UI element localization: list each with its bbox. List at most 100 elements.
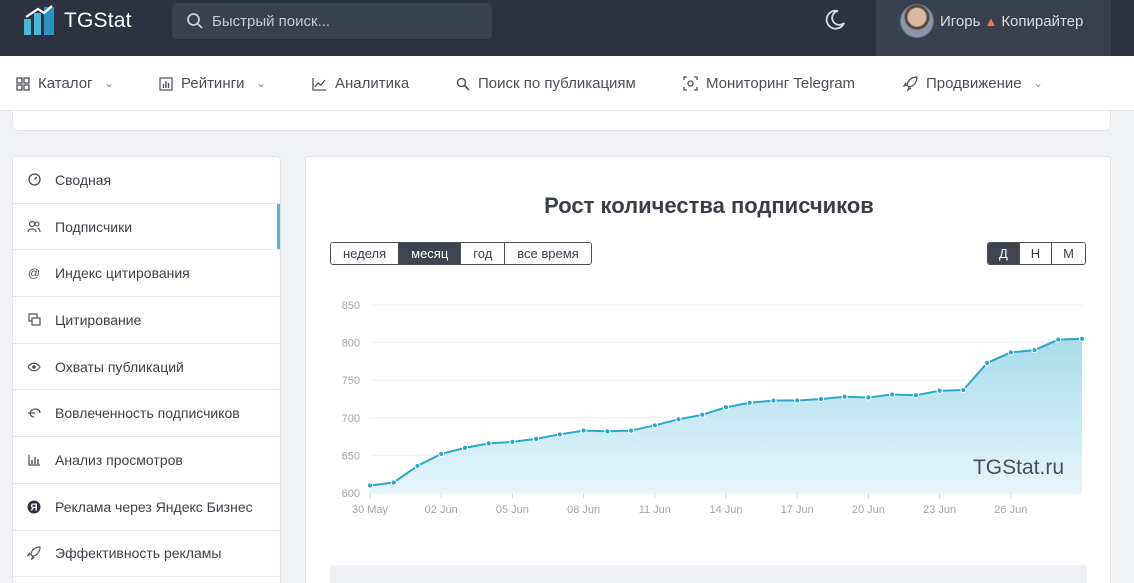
sidebar-item-citations[interactable]: Цитирование: [13, 297, 280, 344]
chart-title: Рост количества подписчиков: [544, 193, 874, 218]
bar-chart-icon: [159, 76, 173, 91]
sidebar-item-ad-efficiency[interactable]: Эффективность рекламы: [13, 531, 280, 578]
chevron-down-icon: ⌄: [256, 78, 266, 90]
data-point[interactable]: [366, 482, 374, 489]
monitor-icon: [683, 76, 698, 91]
data-point[interactable]: [627, 427, 635, 434]
avatar: [900, 4, 934, 38]
granularity-button-week[interactable]: Н: [1019, 243, 1053, 264]
nav-item-catalog[interactable]: Каталог ⌄: [16, 56, 114, 111]
y-tick-label: 600: [342, 488, 360, 500]
search-input[interactable]: [212, 12, 472, 30]
period-button-all-time[interactable]: все время: [505, 243, 591, 264]
sidebar-item-subscribers[interactable]: Подписчики: [13, 203, 280, 251]
nav-label: Аналитика: [335, 75, 410, 92]
data-point[interactable]: [556, 431, 563, 438]
sidebar-item-reach[interactable]: Охваты публикаций: [13, 344, 280, 391]
sidebar-item-citation-index[interactable]: @ Индекс цитирования: [13, 250, 280, 298]
y-tick-label: 650: [342, 450, 360, 462]
logo-icon: [24, 5, 54, 35]
x-tick-label: 30 May: [352, 504, 389, 516]
moon-icon[interactable]: [823, 8, 847, 32]
data-point[interactable]: [1078, 335, 1086, 342]
data-point[interactable]: [794, 397, 801, 404]
nav-label: Рейтинги: [181, 75, 245, 92]
sidebar-item-views-analysis[interactable]: Анализ просмотров: [13, 437, 280, 484]
data-point[interactable]: [461, 444, 469, 451]
granularity-button-month[interactable]: М: [1052, 243, 1085, 264]
data-point[interactable]: [485, 440, 492, 447]
user-badge: Копирайтер: [1001, 13, 1084, 30]
data-point[interactable]: [865, 394, 872, 401]
sidebar-item-yandex-ads[interactable]: Я Реклама через Яндекс Бизнес: [13, 484, 280, 531]
data-point[interactable]: [722, 404, 730, 411]
sidebar-item-label: Индекс цитирования: [55, 265, 190, 282]
data-point[interactable]: [960, 386, 967, 394]
data-point[interactable]: [675, 416, 682, 423]
y-tick-label: 800: [342, 338, 360, 350]
nav-item-analytics[interactable]: Аналитика: [312, 56, 409, 111]
data-point[interactable]: [983, 359, 991, 367]
data-point[interactable]: [438, 450, 445, 457]
chevron-down-icon: ⌄: [104, 78, 114, 90]
nav-item-promotion[interactable]: Продвижение ⌄: [903, 56, 1043, 111]
subscribers-area-chart: 600 650 700 750 800 850 30 May 02 Jun 05 Jun 08 …: [342, 300, 1086, 516]
x-tick-label: 23 Jun: [923, 504, 956, 516]
search-icon: [456, 77, 470, 91]
search-box[interactable]: [172, 3, 492, 39]
data-point[interactable]: [889, 391, 896, 398]
period-button-year[interactable]: год: [461, 243, 506, 264]
data-point[interactable]: [604, 428, 611, 435]
granularity-button-day[interactable]: Д: [987, 243, 1020, 264]
data-point[interactable]: [533, 435, 540, 442]
data-point[interactable]: [509, 438, 516, 445]
nav-item-post-search[interactable]: Поиск по публикациям: [456, 56, 636, 111]
x-tick-label: 02 Jun: [425, 504, 458, 516]
x-tick-label: 26 Jun: [994, 504, 1027, 516]
sidebar-item-summary[interactable]: Сводная: [13, 157, 280, 204]
data-point[interactable]: [580, 427, 587, 434]
data-point[interactable]: [390, 479, 397, 486]
data-point[interactable]: [841, 393, 848, 400]
line-chart-icon: [312, 77, 326, 91]
period-toggle: неделя месяц год все время: [330, 242, 592, 265]
sidebar-item-label: Цитирование: [55, 311, 142, 328]
x-tick-label: 14 Jun: [709, 504, 742, 516]
top-bar: TGStat Игорь ▲ Копирайтер: [0, 0, 1134, 56]
data-point[interactable]: [651, 422, 658, 429]
dashboard-icon: [27, 173, 41, 187]
nav-item-ratings[interactable]: Рейтинги ⌄: [159, 56, 266, 111]
data-point[interactable]: [1055, 336, 1062, 343]
info-box: [330, 565, 1087, 583]
engagement-icon: [27, 406, 41, 420]
sidebar-item-label: Эффективность рекламы: [55, 545, 222, 562]
data-point[interactable]: [1007, 349, 1014, 356]
user-name: Игорь: [940, 13, 981, 30]
x-tick-label: 08 Jun: [567, 504, 600, 516]
nav-item-monitoring[interactable]: Мониторинг Telegram: [683, 56, 855, 111]
data-point[interactable]: [912, 392, 919, 399]
user-info: Игорь ▲ Копирайтер: [940, 13, 1083, 30]
sidebar-item-engagement[interactable]: Вовлеченность подписчиков: [13, 390, 280, 438]
data-point[interactable]: [770, 397, 777, 404]
sidebar: Сводная Подписчики @ Индекс цитирования …: [12, 156, 281, 583]
logo-text: TGStat: [64, 9, 132, 32]
data-point[interactable]: [699, 411, 706, 418]
data-point[interactable]: [414, 462, 421, 470]
logo[interactable]: TGStat: [22, 4, 132, 38]
period-button-week[interactable]: неделя: [331, 243, 400, 264]
channel-header-strip: [12, 111, 1111, 131]
user-menu[interactable]: Игорь ▲ Копирайтер: [876, 0, 1111, 56]
data-point[interactable]: [936, 387, 943, 394]
data-point[interactable]: [817, 395, 825, 403]
at-icon: @: [27, 266, 41, 281]
data-point[interactable]: [746, 399, 753, 406]
nav-label: Поиск по публикациям: [478, 75, 636, 92]
x-tick-label: 11 Jun: [639, 504, 671, 516]
period-button-month[interactable]: месяц: [399, 243, 462, 264]
sidebar-item-label: Сводная: [55, 171, 112, 188]
data-point[interactable]: [1031, 347, 1038, 354]
quote-icon: [27, 313, 41, 327]
users-icon: [27, 220, 41, 234]
rocket-icon: [27, 546, 41, 561]
